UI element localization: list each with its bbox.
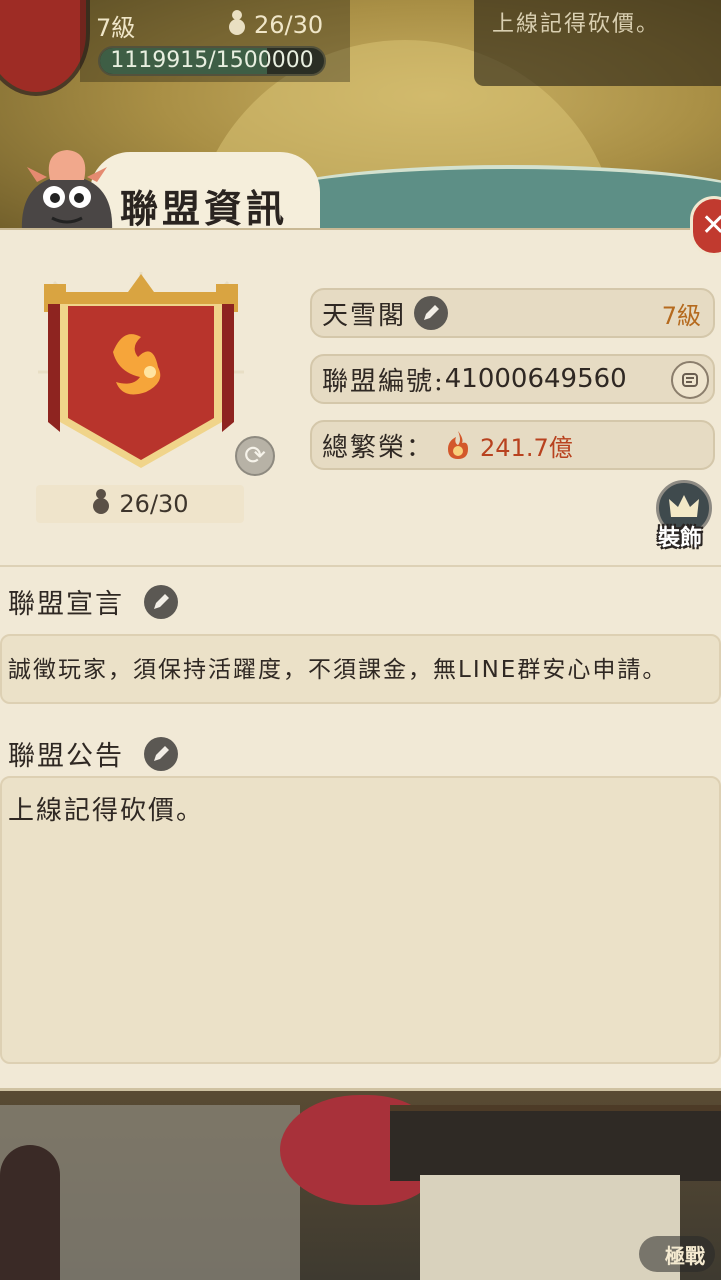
header-wave xyxy=(250,165,721,232)
member-count-top: 26/30 xyxy=(226,8,323,42)
pen-icon xyxy=(424,305,440,320)
announcement-text-box: 上線記得砍價。 xyxy=(0,776,721,1064)
edit-declaration-button[interactable] xyxy=(144,584,178,619)
edit-announcement-button[interactable] xyxy=(144,736,178,771)
announcement-header: 聯盟公告 xyxy=(8,734,178,773)
alliance-exp-bar: 1119915/1500000 xyxy=(98,46,326,76)
declaration-header: 聯盟宣言 xyxy=(8,582,178,621)
announcement-title: 聯盟公告 xyxy=(8,741,124,772)
copy-icon xyxy=(682,373,698,387)
alliance-name-row: 天雪閣 7級 xyxy=(310,288,715,338)
prosperity-row: 總繁榮： 241.7億 xyxy=(310,420,715,470)
alliance-id-value: 41000649560 xyxy=(444,364,627,394)
prosperity-label: 總繁榮： xyxy=(322,432,435,463)
member-count-top-text: 26/30 xyxy=(254,11,324,39)
member-count-text: 26/30 xyxy=(119,490,189,518)
member-count-box: 26/30 xyxy=(36,485,244,523)
alliance-level-top: 7級 xyxy=(96,14,136,42)
declaration-text: 誠徵玩家，須保持活躍度，不須課金，無LINE群安心申請。 xyxy=(8,657,668,683)
declaration-title: 聯盟宣言 xyxy=(8,589,124,620)
alliance-level: 7級 xyxy=(661,301,701,330)
close-button[interactable]: ✕ xyxy=(690,196,721,256)
declaration-text-box: 誠徵玩家，須保持活躍度，不須課金，無LINE群安心申請。 xyxy=(0,634,721,704)
announcement-text: 上線記得砍價。 xyxy=(8,796,205,826)
alliance-id-row: 聯盟編號: 41000649560 xyxy=(310,354,715,404)
copy-id-button[interactable] xyxy=(671,361,709,399)
prosperity-value: 241.7億 xyxy=(480,433,573,462)
refresh-emblem-button[interactable]: ⟳ xyxy=(235,436,275,476)
background-town: 極戰 xyxy=(0,1085,721,1280)
decoration-button[interactable]: 裝飾 xyxy=(654,480,714,551)
alliance-id-label: 聯盟編號: xyxy=(322,366,445,397)
gourd-icon xyxy=(226,8,248,42)
gourd-icon xyxy=(91,487,111,521)
background-house xyxy=(420,1175,680,1280)
pen-icon xyxy=(154,593,169,609)
alliance-name: 天雪閣 xyxy=(322,300,407,331)
section-divider xyxy=(0,565,721,567)
alliance-banner-emblem[interactable] xyxy=(18,252,258,472)
panel-title: 聯盟資訊 xyxy=(120,186,289,231)
fire-icon xyxy=(442,429,474,461)
mascot-icon xyxy=(2,142,132,234)
pen-icon xyxy=(154,745,169,761)
refresh-icon: ⟳ xyxy=(244,441,266,471)
decoration-label: 裝飾 xyxy=(658,526,703,551)
background-roof xyxy=(390,1105,721,1181)
edit-name-button[interactable] xyxy=(414,296,449,330)
notice-preview-text: 上線記得砍價。 xyxy=(492,12,661,37)
background-character xyxy=(0,1145,60,1280)
battle-button[interactable]: 極戰 xyxy=(639,1236,715,1272)
alliance-exp-text: 1119915/1500000 xyxy=(110,48,314,73)
